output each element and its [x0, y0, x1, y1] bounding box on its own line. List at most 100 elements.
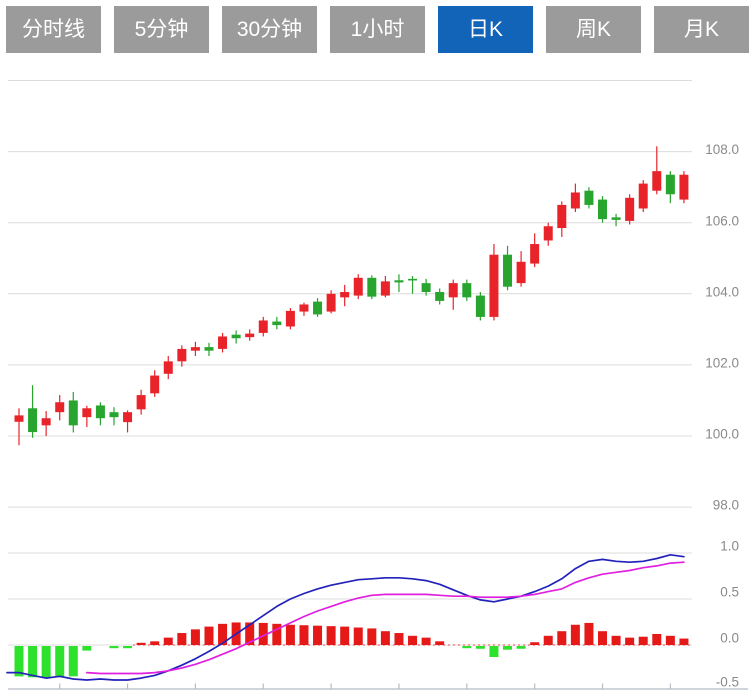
period-tab-4[interactable]: 日K [438, 6, 533, 53]
macd-bar [340, 627, 349, 645]
macd-bar [177, 633, 186, 645]
macd-bar [109, 646, 118, 648]
macd-bar [354, 628, 363, 645]
candle-body [462, 283, 471, 297]
candle-body [679, 175, 688, 200]
candle-body [137, 395, 146, 409]
price-axis-label: 100.0 [705, 427, 739, 442]
candle-body [96, 405, 105, 418]
macd-bar [191, 629, 200, 645]
candle-body [245, 334, 254, 338]
bottom-axis [8, 684, 748, 690]
candle-body [42, 418, 51, 425]
macd-bar [489, 646, 498, 657]
candle-body [666, 175, 675, 195]
period-tab-bar: 分时线 5分钟 30分钟 1小时日K 周K 月K [6, 6, 749, 53]
macd-bar [666, 636, 675, 645]
grid-layer [8, 81, 692, 646]
macd-bar [394, 633, 403, 645]
candle-body [204, 347, 213, 351]
macd-bar [204, 627, 213, 645]
candle-body [327, 294, 336, 312]
indicator-axis-label: 1.0 [720, 539, 739, 554]
macd-bar [639, 637, 648, 645]
candle-body [354, 278, 363, 296]
candle-body [55, 402, 64, 412]
macd-bar [286, 625, 295, 645]
macd-bar [530, 642, 539, 645]
candle-body [584, 191, 593, 205]
macd-bar [544, 636, 553, 645]
macd-bar [503, 646, 512, 650]
macd-bar [557, 631, 566, 645]
price-axis-label: 108.0 [705, 142, 739, 157]
candle-body [449, 283, 458, 297]
candle-body [15, 415, 24, 421]
candle-body [82, 408, 91, 417]
price-axis-label: 98.0 [713, 498, 739, 513]
candle-body [422, 283, 431, 292]
candle-body [191, 347, 200, 351]
macd-bar [313, 626, 322, 645]
macd-bar [598, 631, 607, 645]
macd-bar [422, 638, 431, 645]
macd-bar [612, 636, 621, 645]
macd-dea-line-layer [87, 562, 684, 673]
candle-body [109, 412, 118, 417]
macd-dif-line [7, 555, 684, 680]
candle-body [435, 292, 444, 301]
candle-body [557, 205, 566, 228]
macd-bar [625, 638, 634, 645]
period-tab-2[interactable]: 30分钟 [222, 6, 317, 53]
candle-body [340, 292, 349, 297]
macd-bar [476, 646, 485, 649]
candle-body [625, 198, 634, 221]
macd-bar [462, 646, 471, 648]
candle-body [259, 320, 268, 332]
kline-chart: 108.0106.0104.0102.0100.098.01.00.50.0-0… [0, 0, 755, 694]
candle-body [150, 376, 159, 394]
candle-body [299, 304, 308, 311]
macd-bar [584, 623, 593, 645]
macd-bar [69, 646, 78, 676]
candle-body [544, 226, 553, 240]
price-axis-label: 104.0 [705, 284, 739, 299]
candle-body [517, 262, 526, 283]
price-axis-label: 106.0 [705, 213, 739, 228]
macd-bar [82, 646, 91, 651]
candle-body [394, 280, 403, 282]
candle-body [489, 255, 498, 317]
candle-body [272, 322, 281, 326]
candle-body [177, 349, 186, 361]
candle-body [408, 279, 417, 281]
indicator-axis-label: 0.0 [720, 631, 739, 646]
candle-body [612, 217, 621, 219]
macd-bar [137, 643, 146, 645]
indicator-axis-label: 0.5 [720, 585, 739, 600]
macd-bar [28, 646, 37, 677]
period-tab-6[interactable]: 月K [654, 6, 749, 53]
macd-bar [299, 625, 308, 645]
period-tab-0[interactable]: 分时线 [6, 6, 101, 53]
macd-bar [150, 641, 159, 645]
macd-bar [123, 646, 132, 648]
candle-body [652, 171, 661, 191]
candle-body [598, 200, 607, 220]
indicator-axis-label: -0.5 [716, 675, 739, 690]
candle-body [164, 361, 173, 373]
candle-body [381, 281, 390, 295]
candle-body [69, 400, 78, 425]
macd-bar [164, 638, 173, 645]
period-tab-5[interactable]: 周K [546, 6, 641, 53]
period-tab-1[interactable]: 5分钟 [114, 6, 209, 53]
candle-body [28, 408, 37, 432]
candle-body [313, 302, 322, 315]
candle-body [232, 335, 241, 339]
macd-bar [381, 631, 390, 645]
period-tab-3[interactable]: 1小时 [330, 6, 425, 53]
macd-dea-line [87, 562, 684, 673]
stock-kline-app: 分时线5分钟30分钟1小时日K周K月K 108.0106.0104.0102.0… [0, 0, 755, 694]
candle-body [218, 336, 227, 348]
macd-bar [327, 626, 336, 645]
candle-body [367, 278, 376, 297]
